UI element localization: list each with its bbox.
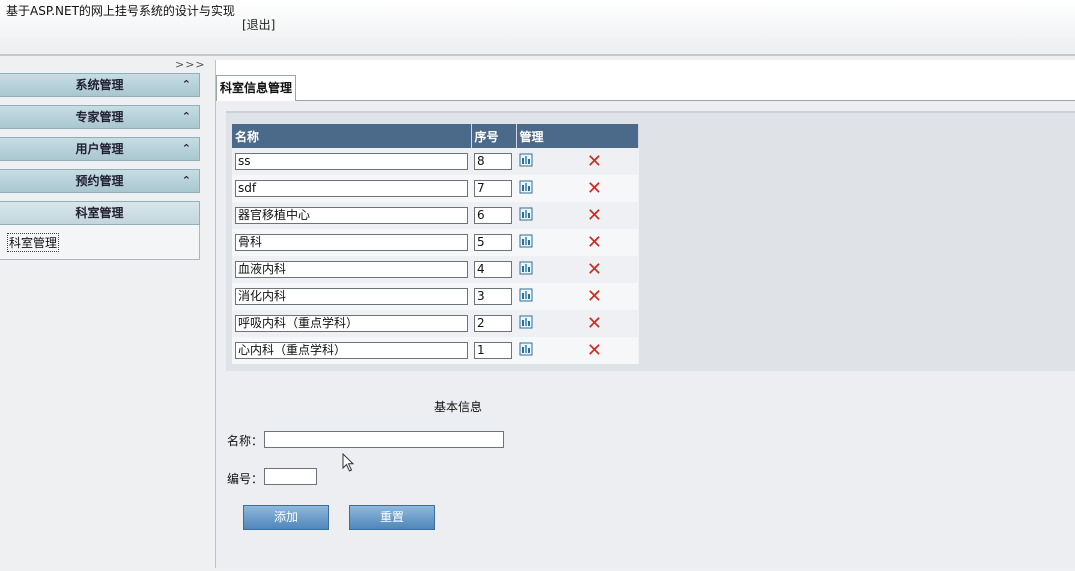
reset-button[interactable]: 重置 — [349, 505, 435, 530]
name-input[interactable] — [264, 431, 504, 448]
form-title: 基本信息 — [434, 400, 483, 414]
logout-link[interactable]: [退出] — [242, 16, 275, 33]
submenu-item-departments[interactable]: 科室管理 — [7, 233, 60, 252]
mouse-cursor-icon — [342, 453, 355, 472]
column-header-order: 序号 — [471, 124, 517, 148]
edit-icon[interactable] — [519, 342, 533, 356]
edit-icon[interactable] — [519, 153, 533, 167]
sidebar-item-system[interactable]: 系统管理 ⌃ — [0, 73, 200, 97]
sidebar-collapse-toggle[interactable]: >>> — [175, 58, 206, 71]
tab-department-info[interactable]: 科室信息管理 — [216, 75, 297, 102]
row-order-input[interactable]: 1 — [474, 342, 512, 359]
column-header-manage: 管理 — [516, 124, 639, 148]
row-order-input[interactable]: 5 — [474, 234, 512, 251]
row-order-input[interactable]: 4 — [474, 261, 512, 278]
add-button[interactable]: 添加 — [243, 505, 329, 530]
edit-icon[interactable] — [519, 315, 533, 329]
sidebar-item-label: 预约管理 — [75, 174, 124, 188]
table-row: 骨科 5 ✕ — [232, 229, 638, 256]
row-order-input[interactable]: 2 — [474, 315, 512, 332]
delete-icon[interactable]: ✕ — [587, 342, 602, 360]
chevron-up-icon: ⌃ — [181, 110, 191, 123]
row-name-input[interactable]: 器官移植中心 — [235, 207, 468, 224]
sidebar-item-experts[interactable]: 专家管理 ⌃ — [0, 105, 200, 129]
sidebar-submenu: 科室管理 — [0, 225, 200, 260]
sidebar-item-departments[interactable]: 科室管理 — [0, 201, 200, 225]
edit-icon[interactable] — [519, 207, 533, 221]
delete-icon[interactable]: ✕ — [587, 288, 602, 306]
table-row: ss 8 ✕ — [232, 148, 638, 175]
row-order-input[interactable]: 7 — [474, 180, 512, 197]
sidebar-item-users[interactable]: 用户管理 ⌃ — [0, 137, 200, 161]
sidebar-menu: 系统管理 ⌃ 专家管理 ⌃ 用户管理 ⌃ 预约管理 ⌃ 科室管理 科室管理 — [0, 73, 200, 260]
sidebar-item-label: 用户管理 — [75, 142, 124, 156]
row-name-input[interactable]: 血液内科 — [235, 261, 468, 278]
table-header-row: 名称 序号 管理 — [232, 124, 639, 148]
sidebar-item-label: 专家管理 — [75, 110, 124, 124]
sidebar-item-label: 系统管理 — [75, 78, 124, 92]
app-header: 基于ASP.NET的网上挂号系统的设计与实现 [退出] — [0, 0, 1075, 56]
tab-bar: 科室信息管理 — [216, 73, 1075, 102]
edit-icon[interactable] — [519, 288, 533, 302]
grid-area: 名称 序号 管理 ss 8 ✕ sdf 7 ✕ 器官移植中心 6 ✕ 骨科 5 … — [226, 111, 1075, 371]
name-label: 名称： — [227, 434, 264, 448]
tab-panel: 名称 序号 管理 ss 8 ✕ sdf 7 ✕ 器官移植中心 6 ✕ 骨科 5 … — [216, 101, 1075, 568]
row-order-input[interactable]: 3 — [474, 288, 512, 305]
delete-icon[interactable]: ✕ — [587, 153, 602, 171]
delete-icon[interactable]: ✕ — [587, 261, 602, 279]
delete-icon[interactable]: ✕ — [587, 315, 602, 333]
row-name-input[interactable]: 心内科（重点学科） — [235, 342, 468, 359]
edit-icon[interactable] — [519, 234, 533, 248]
row-name-input[interactable]: ss — [235, 153, 468, 170]
delete-icon[interactable]: ✕ — [587, 234, 602, 252]
department-table: 名称 序号 管理 ss 8 ✕ sdf 7 ✕ 器官移植中心 6 ✕ 骨科 5 … — [232, 124, 639, 364]
delete-icon[interactable]: ✕ — [587, 207, 602, 225]
main-content: 科室信息管理 名称 序号 管理 ss 8 ✕ sdf 7 ✕ 器官移植中心 6 … — [215, 60, 1075, 568]
table-row: 消化内科 3 ✕ — [232, 283, 638, 310]
chevron-up-icon: ⌃ — [181, 78, 191, 91]
row-name-input[interactable]: sdf — [235, 180, 468, 197]
table-row: 血液内科 4 ✕ — [232, 256, 638, 283]
number-input[interactable] — [264, 468, 317, 485]
table-row: 器官移植中心 6 ✕ — [232, 202, 638, 229]
row-order-input[interactable]: 6 — [474, 207, 512, 224]
table-row: 呼吸内科（重点学科） 2 ✕ — [232, 310, 638, 337]
row-name-input[interactable]: 骨科 — [235, 234, 468, 251]
app-title: 基于ASP.NET的网上挂号系统的设计与实现 — [6, 4, 235, 18]
edit-icon[interactable] — [519, 180, 533, 194]
chevron-up-icon: ⌃ — [181, 142, 191, 155]
sidebar-item-label: 科室管理 — [75, 206, 124, 220]
edit-icon[interactable] — [519, 261, 533, 275]
delete-icon[interactable]: ✕ — [587, 180, 602, 198]
row-name-input[interactable]: 消化内科 — [235, 288, 468, 305]
table-row: 心内科（重点学科） 1 ✕ — [232, 337, 638, 364]
sidebar-item-appointments[interactable]: 预约管理 ⌃ — [0, 169, 200, 193]
row-name-input[interactable]: 呼吸内科（重点学科） — [235, 315, 468, 332]
table-row: sdf 7 ✕ — [232, 175, 638, 202]
column-header-name: 名称 — [232, 124, 472, 148]
number-label: 编号： — [227, 472, 264, 486]
chevron-up-icon: ⌃ — [181, 174, 191, 187]
row-order-input[interactable]: 8 — [474, 153, 512, 170]
